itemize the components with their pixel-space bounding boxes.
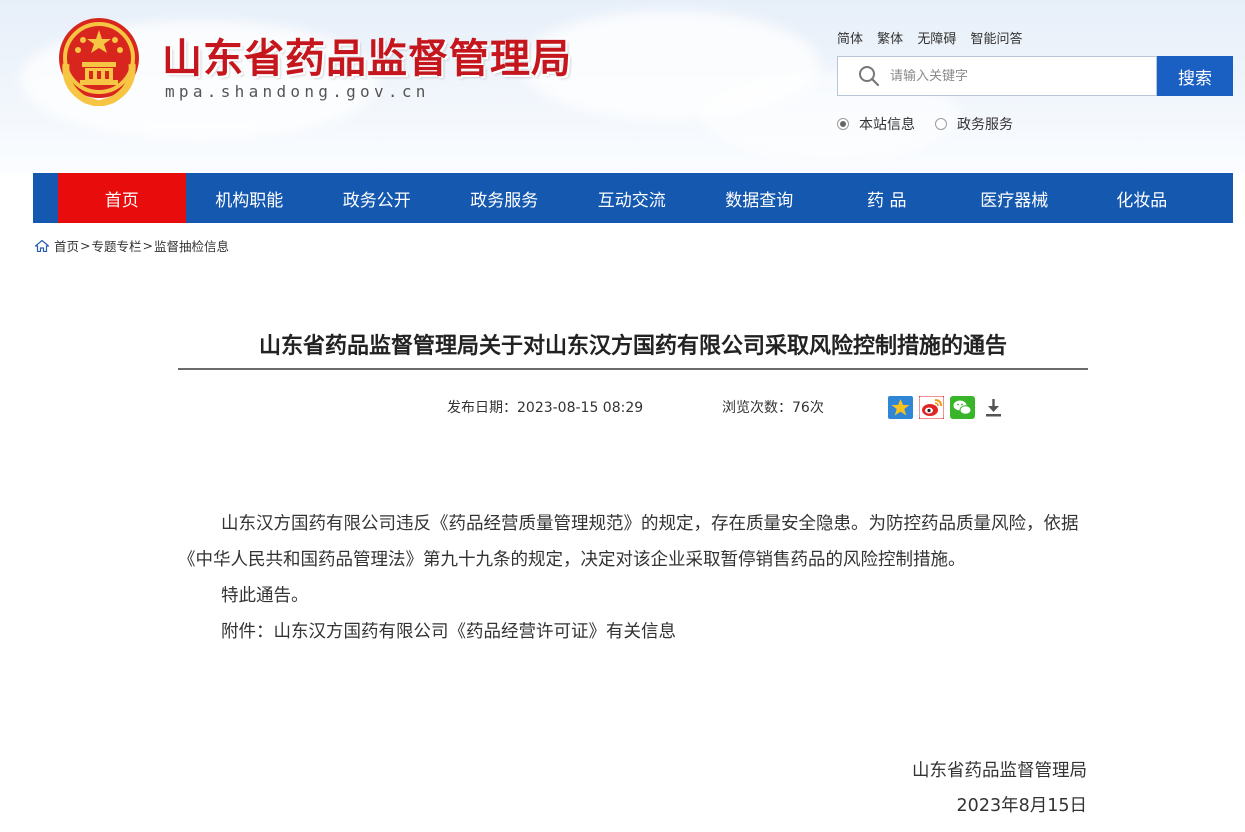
breadcrumb-inspection[interactable]: 监督抽检信息 — [154, 236, 229, 255]
body-paragraph: 山东汉方国药有限公司违反《药品经营质量管理规范》的规定，存在质量安全隐患。为防控… — [178, 514, 1079, 570]
breadcrumb-home[interactable]: 首页 — [54, 236, 79, 255]
nav-item-interaction[interactable]: 互动交流 — [568, 173, 696, 223]
site-title[interactable]: 山东省药品监督管理局 — [162, 26, 572, 84]
signature-org: 山东省药品监督管理局 — [912, 761, 1087, 781]
lang-link-simplified[interactable]: 简体 — [837, 32, 863, 47]
publish-date: 发布日期：2023-08-15 08:29 — [447, 397, 643, 417]
breadcrumb: 首页 > 专题专栏 > 监督抽检信息 — [35, 236, 229, 255]
body-paragraph: 特此通告。 — [221, 586, 309, 606]
search-scope: 本站信息 政务服务 — [837, 114, 1033, 134]
publish-date-value: 2023-08-15 08:29 — [517, 400, 644, 416]
search-input[interactable] — [890, 68, 1140, 84]
lang-link-accessibility[interactable]: 无障碍 — [917, 32, 956, 47]
wechat-icon[interactable] — [950, 396, 975, 419]
search-box — [837, 56, 1157, 96]
view-count: 浏览次数：76次 — [722, 397, 824, 417]
article-body: 山东汉方国药有限公司违反《药品经营质量管理规范》的规定，存在质量安全隐患。为防控… — [178, 506, 1088, 650]
breadcrumb-topics[interactable]: 专题专栏 — [92, 236, 142, 255]
radio-icon-checked[interactable] — [837, 118, 849, 130]
search-button[interactable]: 搜索 — [1157, 56, 1233, 96]
scope-option-label: 本站信息 — [859, 117, 915, 133]
main-nav: 首页 机构职能 政务公开 政务服务 互动交流 数据查询 药 品 医疗器械 化妆品 — [33, 173, 1233, 223]
signature-date: 2023年8月15日 — [956, 796, 1087, 816]
nav-item-cosmetics[interactable]: 化妆品 — [1078, 173, 1206, 223]
view-count-label: 浏览次数： — [722, 400, 792, 416]
article-title: 山东省药品监督管理局关于对山东汉方国药有限公司采取风险控制措施的通告 — [258, 334, 1007, 359]
lang-link-smart-qa[interactable]: 智能问答 — [970, 32, 1022, 47]
radio-icon[interactable] — [935, 118, 947, 130]
search-icon — [859, 66, 880, 87]
nav-item-drugs[interactable]: 药 品 — [823, 173, 951, 223]
weibo-icon[interactable] — [919, 396, 944, 419]
lang-links: 简体 繁体 无障碍 智能问答 — [837, 28, 1032, 47]
nav-item-home[interactable]: 首页 — [58, 173, 186, 223]
nav-item-data-query[interactable]: 数据查询 — [696, 173, 824, 223]
home-icon — [35, 239, 49, 252]
site-domain: mpa.shandong.gov.cn — [165, 82, 430, 101]
breadcrumb-separator: > — [80, 238, 91, 253]
breadcrumb-separator: > — [142, 238, 153, 253]
nav-item-devices[interactable]: 医疗器械 — [951, 173, 1079, 223]
nav-item-functions[interactable]: 机构职能 — [186, 173, 314, 223]
attachment-line: 附件：山东汉方国药有限公司《药品经营许可证》有关信息 — [221, 622, 676, 642]
lang-link-traditional[interactable]: 繁体 — [877, 32, 903, 47]
scope-option-label: 政务服务 — [957, 117, 1013, 133]
publish-date-label: 发布日期： — [447, 400, 517, 416]
share-bar — [888, 396, 1012, 419]
nav-item-public-info[interactable]: 政务公开 — [313, 173, 441, 223]
title-divider — [178, 368, 1088, 370]
scope-option-site[interactable]: 本站信息 — [837, 114, 915, 134]
favorite-star-icon[interactable] — [888, 396, 913, 419]
view-count-value: 76次 — [792, 400, 824, 416]
scope-option-services[interactable]: 政务服务 — [935, 114, 1013, 134]
download-icon[interactable] — [981, 396, 1006, 419]
nav-item-gov-services[interactable]: 政务服务 — [441, 173, 569, 223]
national-emblem-icon — [59, 18, 139, 106]
